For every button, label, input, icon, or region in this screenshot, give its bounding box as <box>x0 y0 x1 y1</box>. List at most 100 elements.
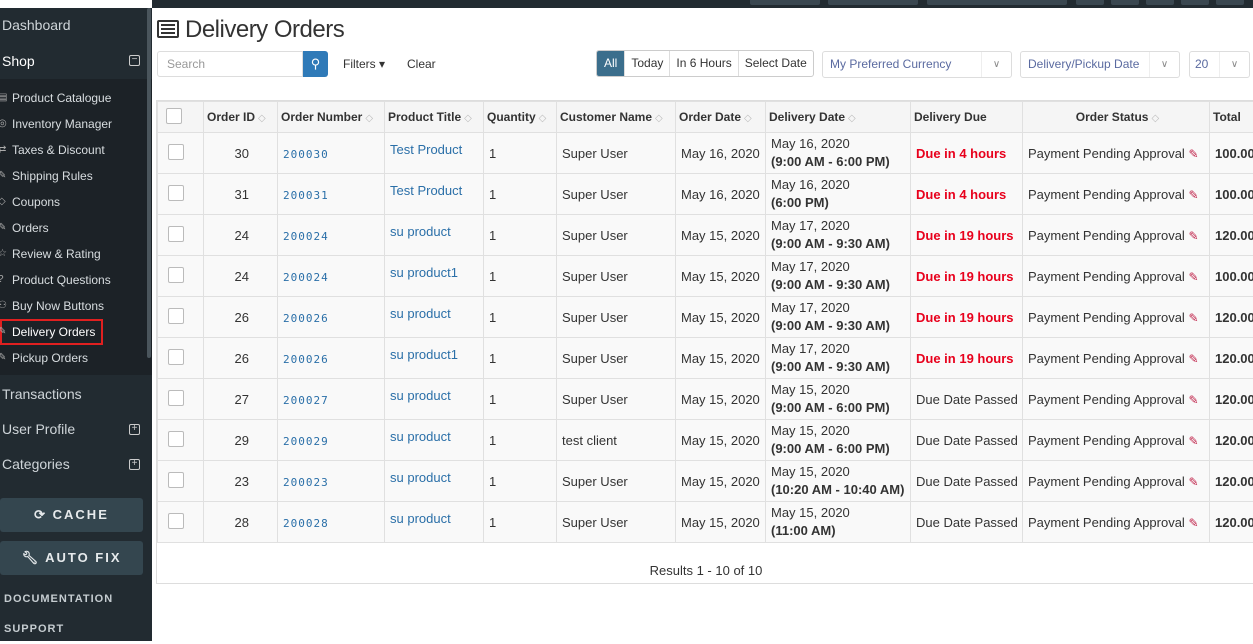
sort-icon[interactable]: ◇ <box>744 113 752 124</box>
cache-button[interactable]: ⟳ CACHE <box>0 498 143 532</box>
segment-today[interactable]: Today <box>624 51 669 76</box>
top-button[interactable] <box>1076 0 1104 5</box>
sidebar-item-inventory-manager[interactable]: ◎Inventory Manager <box>0 111 152 137</box>
support-link[interactable]: SUPPORT <box>0 614 152 644</box>
product-title-link[interactable]: su product <box>390 429 451 444</box>
order-number-link[interactable]: 200028 <box>283 517 329 530</box>
order-number-link[interactable]: 200026 <box>283 353 329 366</box>
row-checkbox[interactable] <box>168 513 184 529</box>
product-title-link[interactable]: su product <box>390 224 451 239</box>
sort-icon[interactable]: ◇ <box>539 113 547 124</box>
clear-button[interactable]: Clear <box>407 57 436 71</box>
product-title-link[interactable]: su product <box>390 470 451 485</box>
column-header[interactable]: Order Status◇ <box>1023 102 1210 133</box>
segment-in-6-hours[interactable]: In 6 Hours <box>669 51 737 76</box>
sidebar-item-shop[interactable]: Shop− <box>0 43 152 79</box>
edit-icon[interactable]: ✎ <box>1188 516 1198 530</box>
product-title-link[interactable]: su product <box>390 306 451 321</box>
column-header[interactable]: Order Date◇ <box>676 102 766 133</box>
edit-icon[interactable]: ✎ <box>1188 188 1198 202</box>
sidebar-item-user-profile[interactable]: User Profile+ <box>0 412 152 447</box>
sidebar-item-dashboard[interactable]: Dashboard <box>0 8 152 43</box>
sidebar-item-coupons[interactable]: ◇Coupons <box>0 189 152 215</box>
row-checkbox[interactable] <box>168 308 184 324</box>
sidebar-item-taxes-discount[interactable]: ⇄Taxes & Discount <box>0 137 152 163</box>
edit-icon[interactable]: ✎ <box>1188 352 1198 366</box>
edit-icon[interactable]: ✎ <box>1188 270 1198 284</box>
product-title-link[interactable]: Test Product <box>390 142 462 157</box>
column-header[interactable]: Total <box>1210 102 1253 133</box>
order-number-link[interactable]: 200030 <box>283 148 329 161</box>
edit-icon[interactable]: ✎ <box>1188 475 1198 489</box>
product-title-link[interactable]: su product1 <box>390 347 458 362</box>
sidebar-item-categories[interactable]: Categories+ <box>0 447 152 482</box>
top-button[interactable] <box>828 0 918 5</box>
sidebar-item-delivery-orders[interactable]: ✎Delivery Orders <box>0 319 152 345</box>
column-header[interactable]: Delivery Due <box>911 102 1023 133</box>
top-button[interactable] <box>1181 0 1209 5</box>
collapse-icon[interactable]: − <box>129 55 140 66</box>
expand-icon[interactable]: + <box>129 459 140 470</box>
sidebar-item-shipping-rules[interactable]: ✎Shipping Rules <box>0 163 152 189</box>
top-button[interactable] <box>1216 0 1244 5</box>
row-checkbox[interactable] <box>168 472 184 488</box>
sidebar-item-product-catalogue[interactable]: ▤Product Catalogue <box>0 85 152 111</box>
row-checkbox[interactable] <box>168 390 184 406</box>
segment-all[interactable]: All <box>597 51 624 76</box>
product-title-link[interactable]: su product <box>390 511 451 526</box>
sidebar-item-review-rating[interactable]: ☆Review & Rating <box>0 241 152 267</box>
sort-icon[interactable]: ◇ <box>655 113 663 124</box>
sidebar-item-product-questions[interactable]: ?Product Questions <box>0 267 152 293</box>
documentation-link[interactable]: DOCUMENTATION <box>0 584 152 614</box>
order-number-link[interactable]: 200031 <box>283 189 329 202</box>
order-number-link[interactable]: 200029 <box>283 435 329 448</box>
row-checkbox[interactable] <box>168 226 184 242</box>
column-header[interactable]: Quantity◇ <box>484 102 557 133</box>
sort-icon[interactable]: ◇ <box>848 113 856 124</box>
edit-icon[interactable]: ✎ <box>1188 147 1198 161</box>
top-button[interactable] <box>927 0 1067 5</box>
order-number-link[interactable]: 200026 <box>283 312 329 325</box>
sort-icon[interactable]: ◇ <box>464 113 472 124</box>
sort-icon[interactable]: ◇ <box>365 113 373 124</box>
product-title-link[interactable]: Test Product <box>390 183 462 198</box>
edit-icon[interactable]: ✎ <box>1188 311 1198 325</box>
search-input[interactable]: Search <box>157 51 303 77</box>
row-checkbox[interactable] <box>168 349 184 365</box>
filters-dropdown[interactable]: Filters ▾ <box>343 57 385 71</box>
product-title-link[interactable]: su product1 <box>390 265 458 280</box>
row-checkbox[interactable] <box>168 144 184 160</box>
auto-fix-button[interactable]: 🔧︎ AUTO FIX <box>0 541 143 575</box>
currency-select[interactable]: My Preferred Currency∨ <box>822 51 1012 78</box>
column-header[interactable]: Order Number◇ <box>278 102 385 133</box>
sort-icon[interactable]: ◇ <box>258 113 266 124</box>
column-header[interactable]: Order ID◇ <box>204 102 278 133</box>
sidebar-item-transactions[interactable]: Transactions <box>0 377 152 412</box>
edit-icon[interactable]: ✎ <box>1188 393 1198 407</box>
search-button[interactable]: ⚲ <box>303 51 328 77</box>
column-header[interactable]: Delivery Date◇ <box>766 102 911 133</box>
column-header[interactable]: Product Title◇ <box>385 102 484 133</box>
order-number-link[interactable]: 200024 <box>283 271 329 284</box>
row-checkbox[interactable] <box>168 267 184 283</box>
page-size-select[interactable]: 20∨ <box>1189 51 1250 78</box>
column-header[interactable]: Customer Name◇ <box>557 102 676 133</box>
row-checkbox[interactable] <box>168 431 184 447</box>
top-button[interactable] <box>750 0 820 5</box>
product-title-link[interactable]: su product <box>390 388 451 403</box>
sidebar-item-buy-now-buttons[interactable]: ⚇Buy Now Buttons <box>0 293 152 319</box>
select-all-checkbox[interactable] <box>166 108 182 124</box>
edit-icon[interactable]: ✎ <box>1188 434 1198 448</box>
sidebar-item-pickup-orders[interactable]: ✎Pickup Orders <box>0 345 152 371</box>
segment-select-date[interactable]: Select Date <box>738 51 813 76</box>
date-type-select[interactable]: Delivery/Pickup Date∨ <box>1020 51 1180 78</box>
sidebar-item-orders[interactable]: ✎Orders <box>0 215 152 241</box>
order-number-link[interactable]: 200027 <box>283 394 329 407</box>
top-button[interactable] <box>1146 0 1174 5</box>
sidebar-scrollbar[interactable] <box>147 8 151 358</box>
order-number-link[interactable]: 200024 <box>283 230 329 243</box>
top-button[interactable] <box>1111 0 1139 5</box>
edit-icon[interactable]: ✎ <box>1188 229 1198 243</box>
order-number-link[interactable]: 200023 <box>283 476 329 489</box>
sort-icon[interactable]: ◇ <box>1151 113 1159 124</box>
